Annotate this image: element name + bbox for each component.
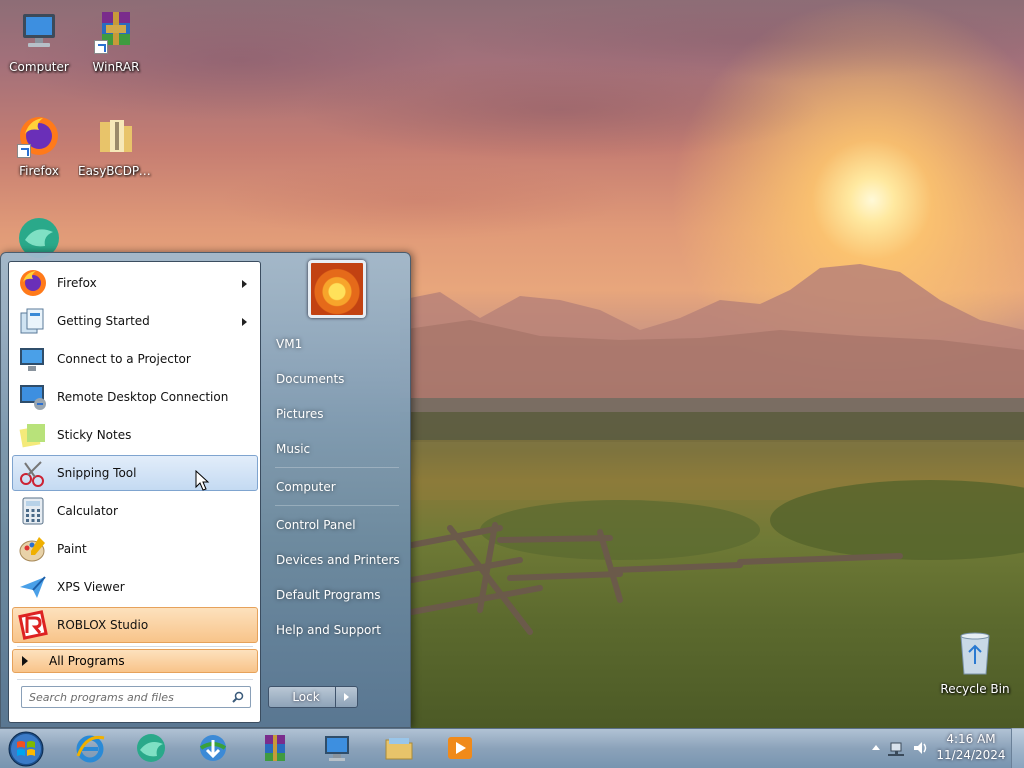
firefox-icon — [15, 112, 63, 160]
start-right-help-support[interactable]: Help and Support — [267, 616, 405, 644]
internet-explorer-icon — [76, 735, 105, 763]
computer-icon — [15, 8, 63, 56]
system-tray — [866, 728, 934, 768]
programs-divider — [17, 646, 253, 647]
search-icon[interactable] — [232, 691, 244, 703]
taskbar-clock[interactable]: 4:16 AM 11/24/2024 — [936, 731, 1006, 763]
start-item-calculator[interactable]: Calculator — [12, 493, 258, 529]
all-programs-button[interactable]: All Programs — [12, 649, 258, 673]
right-pane-divider — [275, 467, 399, 468]
app-swirl-icon — [137, 734, 165, 762]
media-player-icon — [448, 737, 472, 759]
paint-palette-icon — [17, 533, 49, 565]
winrar-icon — [265, 735, 285, 761]
search-divider — [17, 679, 253, 680]
start-right-control-panel[interactable]: Control Panel — [267, 511, 405, 539]
start-right-documents[interactable]: Documents — [267, 365, 405, 393]
start-right-pictures[interactable]: Pictures — [267, 400, 405, 428]
desktop-icon-firefox[interactable]: Firefox — [1, 112, 77, 178]
xps-viewer-icon — [17, 571, 49, 603]
desktop-icon-recycle-bin[interactable]: Recycle Bin — [937, 630, 1013, 696]
scissors-icon — [17, 457, 49, 489]
search-input[interactable] — [22, 687, 222, 707]
shortcut-arrow-icon — [94, 40, 108, 54]
winrar-icon — [92, 8, 140, 56]
start-right-user[interactable]: VM1 — [267, 330, 405, 358]
file-explorer-icon — [385, 738, 413, 760]
taskbar-app-swirl[interactable] — [123, 731, 179, 765]
windows-logo-icon — [8, 731, 44, 767]
firefox-icon — [17, 267, 49, 299]
folder-zip-icon — [92, 112, 140, 160]
start-item-connect-projector[interactable]: Connect to a Projector — [12, 341, 258, 377]
play-arrow-icon — [22, 656, 28, 666]
start-item-remote-desktop[interactable]: Remote Desktop Connection — [12, 379, 258, 415]
taskbar-winrar[interactable] — [247, 731, 303, 765]
start-item-paint[interactable]: Paint — [12, 531, 258, 567]
speaker-icon[interactable] — [914, 742, 927, 754]
right-pane-divider — [275, 505, 399, 506]
start-right-music[interactable]: Music — [267, 435, 405, 463]
calculator-icon — [17, 495, 49, 527]
desktop-icon-winrar[interactable]: WinRAR — [78, 8, 154, 74]
start-item-roblox-studio[interactable]: ROBLOX Studio — [12, 607, 258, 643]
shutdown-options-arrow[interactable] — [335, 686, 358, 708]
desktop-icon-computer[interactable]: Computer — [1, 8, 77, 74]
download-manager-icon — [199, 735, 227, 761]
sticky-notes-icon — [17, 419, 49, 451]
show-desktop-button[interactable] — [1011, 728, 1024, 768]
start-menu-programs-pane: Firefox Getting Started Connect to a Pro… — [8, 261, 261, 723]
start-item-xps-viewer[interactable]: XPS Viewer — [12, 569, 258, 605]
lock-button[interactable]: Lock — [268, 686, 344, 708]
start-item-firefox[interactable]: Firefox — [12, 265, 258, 301]
start-right-devices-printers[interactable]: Devices and Printers — [267, 546, 405, 574]
start-search-box — [21, 686, 251, 708]
recycle-bin-icon — [955, 630, 995, 678]
submenu-arrow-icon — [242, 280, 247, 288]
start-right-computer[interactable]: Computer — [267, 473, 405, 501]
start-item-getting-started[interactable]: Getting Started — [12, 303, 258, 339]
remote-desktop-icon — [17, 381, 49, 413]
start-item-sticky-notes[interactable]: Sticky Notes — [12, 417, 258, 453]
start-button[interactable] — [6, 730, 46, 768]
user-avatar[interactable] — [308, 260, 366, 318]
show-hidden-icons-icon[interactable] — [872, 745, 880, 750]
clock-date: 11/24/2024 — [936, 748, 1006, 762]
taskbar-remote-desktop[interactable] — [309, 731, 365, 765]
projector-icon — [17, 343, 49, 375]
start-right-default-programs[interactable]: Default Programs — [267, 581, 405, 609]
taskbar-file-explorer[interactable] — [371, 731, 427, 765]
network-icon[interactable] — [888, 742, 904, 756]
start-item-snipping-tool[interactable]: Snipping Tool — [12, 455, 258, 491]
remote-desktop-icon — [325, 736, 349, 761]
getting-started-icon — [17, 305, 49, 337]
taskbar-media-player[interactable] — [432, 731, 488, 765]
submenu-arrow-icon — [242, 318, 247, 326]
mouse-cursor-icon — [195, 470, 210, 491]
taskbar-download-manager[interactable] — [185, 731, 241, 765]
shortcut-arrow-icon — [17, 144, 31, 158]
desktop-icon-easybcd[interactable]: EasyBCDPor... — [78, 112, 154, 178]
taskbar-internet-explorer[interactable] — [62, 731, 118, 765]
clock-time: 4:16 AM — [946, 732, 996, 746]
roblox-studio-icon — [17, 609, 49, 641]
